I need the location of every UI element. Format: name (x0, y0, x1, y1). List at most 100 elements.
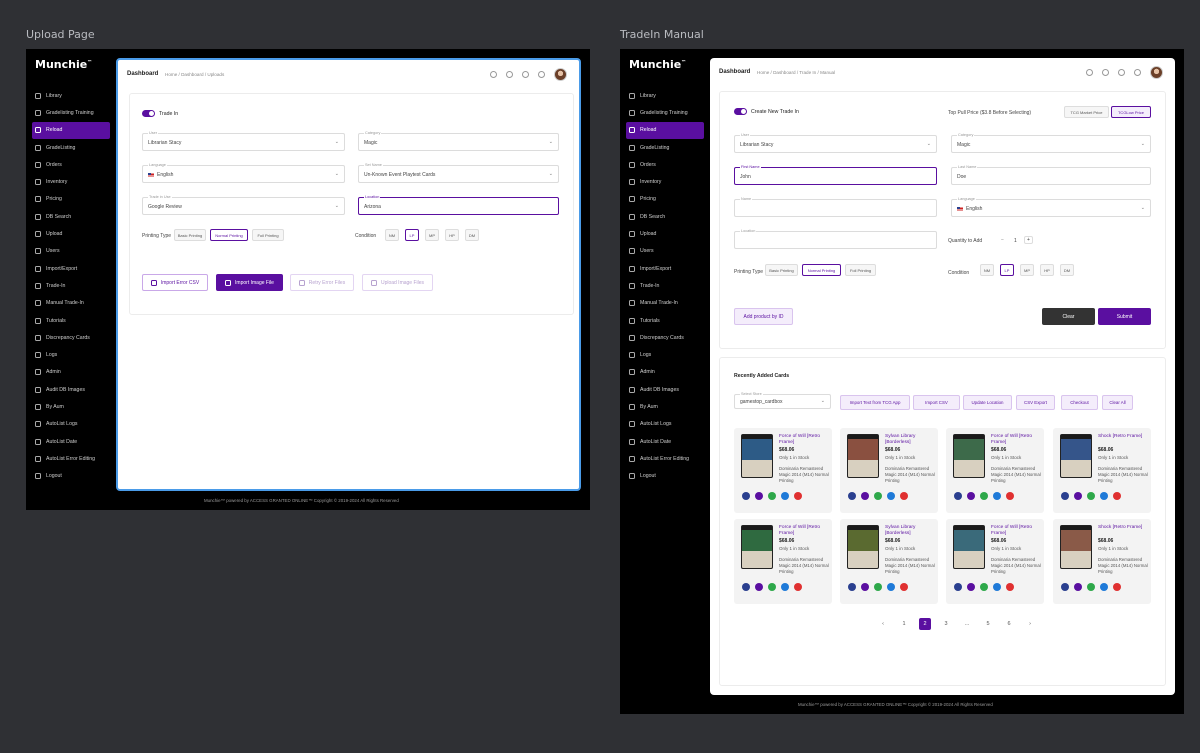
avatar[interactable] (554, 68, 567, 81)
printing-option[interactable]: Normal Printing (210, 229, 248, 241)
sidebar-item[interactable]: Reload (32, 121, 110, 139)
sidebar-item[interactable]: Logs (32, 346, 110, 363)
sidebar-item[interactable]: Import/Export (626, 260, 704, 277)
sidebar-item[interactable]: Manual Trade-In (32, 295, 110, 312)
action-button[interactable]: CSV Export (1016, 395, 1055, 410)
product-card[interactable]: Force of Will [Retro Frame] $68.06 Only 1 … (946, 519, 1044, 604)
edit-icon[interactable] (874, 492, 882, 500)
action-button[interactable]: Import CSV (913, 395, 960, 410)
sidebar-item[interactable]: Tutorials (626, 312, 704, 329)
info-icon[interactable] (781, 583, 789, 591)
card-image[interactable] (741, 525, 773, 569)
condition-option[interactable]: HP (1040, 264, 1054, 276)
trade-in-use-select[interactable]: Trade in Use Google Review ⌄ (142, 195, 345, 215)
delete-icon[interactable] (900, 492, 908, 500)
nm-badge-icon[interactable] (861, 492, 869, 500)
nm-badge-icon[interactable] (755, 492, 763, 500)
card-image[interactable] (953, 525, 985, 569)
edit-icon[interactable] (768, 583, 776, 591)
nm-badge-icon[interactable] (861, 583, 869, 591)
condition-option[interactable]: MP (1020, 264, 1034, 276)
page-button[interactable]: 1 (898, 618, 910, 630)
nm-badge-icon[interactable] (967, 492, 975, 500)
edit-icon[interactable] (980, 583, 988, 591)
category-select[interactable]: Category Magic ⌄ (358, 131, 559, 151)
info-icon[interactable] (993, 583, 1001, 591)
sidebar-item[interactable]: GradeListing (626, 139, 704, 156)
edit-icon[interactable] (768, 492, 776, 500)
sidebar-item[interactable]: Upload (626, 225, 704, 242)
action-button[interactable]: Checkout (1061, 395, 1098, 410)
page-button[interactable]: › (1024, 618, 1036, 630)
sidebar-item[interactable]: Logout (32, 468, 110, 485)
edit-icon[interactable] (1087, 492, 1095, 500)
chat-icon[interactable] (1118, 69, 1125, 76)
condition-option[interactable]: NM (385, 229, 399, 241)
name-field[interactable]: Name (734, 197, 937, 217)
delete-icon[interactable] (794, 583, 802, 591)
avatar[interactable] (1150, 66, 1163, 79)
product-name[interactable]: Shock [Retro Frame] (1098, 525, 1150, 531)
delete-icon[interactable] (1006, 583, 1014, 591)
sidebar-item[interactable]: Gradelisting Training (32, 104, 110, 121)
condition-option[interactable]: HP (445, 229, 459, 241)
import-error-csv-button[interactable]: Import Error CSV (142, 274, 208, 291)
info-icon[interactable] (1100, 492, 1108, 500)
sidebar-item[interactable]: Discrepancy Cards (32, 329, 110, 346)
delete-icon[interactable] (1006, 492, 1014, 500)
upload-image-files-button[interactable]: Upload Image Files (362, 274, 433, 291)
language-select[interactable]: Language English ⌄ (142, 163, 345, 183)
add-product-by-id-button[interactable]: Add product by ID (734, 308, 793, 325)
delete-icon[interactable] (900, 583, 908, 591)
store-select[interactable]: Select Store gamestop_cardbox ⌄ (734, 392, 831, 409)
sidebar-item[interactable]: Manual Trade-In (626, 295, 704, 312)
sidebar-item[interactable]: Admin (626, 364, 704, 381)
product-name[interactable]: Force of Will [Retro Frame] (991, 525, 1043, 537)
nm-badge-icon[interactable] (1074, 492, 1082, 500)
product-card[interactable]: Force of Will [Retro Frame] $68.06 Only 1 … (734, 428, 832, 513)
page-button[interactable]: ‹ (877, 618, 889, 630)
first-name-field[interactable]: First Name John (734, 165, 937, 185)
printing-option[interactable]: Normal Printing (802, 264, 841, 276)
sidebar-item[interactable]: Audit DB Images (32, 381, 110, 398)
info-icon[interactable] (887, 583, 895, 591)
sidebar-item[interactable]: Orders (626, 156, 704, 173)
product-card[interactable]: Shock [Retro Frame] $68.06 Only 1 in Stock… (1053, 428, 1151, 513)
sidebar-item[interactable]: Upload (32, 225, 110, 242)
sidebar-item[interactable]: Reload (626, 121, 704, 139)
printing-option[interactable]: Foil Printing (252, 229, 284, 241)
printing-option[interactable]: Foil Printing (845, 264, 876, 276)
product-name[interactable]: Force of Will [Retro Frame] (779, 434, 831, 446)
card-image[interactable] (953, 434, 985, 478)
nm-badge-icon[interactable] (755, 583, 763, 591)
sidebar-item[interactable]: Logs (626, 346, 704, 363)
set-name-select[interactable]: Set Name Un-Known Event Playtest Cards ⌄ (358, 163, 559, 183)
tcglow-price-button[interactable]: TCGLow Price (1111, 106, 1151, 118)
product-name[interactable]: Force of Will [Retro Frame] (991, 434, 1043, 446)
trade-in-toggle[interactable] (142, 110, 155, 117)
condition-option[interactable]: NM (980, 264, 994, 276)
sidebar-item[interactable]: Pricing (626, 191, 704, 208)
quantity-plus-button[interactable]: + (1024, 236, 1033, 244)
user-select[interactable]: User Librarian Stacy ⌄ (734, 133, 937, 153)
submit-button[interactable]: Submit (1098, 308, 1151, 325)
sidebar-item[interactable]: Discrepancy Cards (626, 329, 704, 346)
sidebar-item[interactable]: Pricing (32, 191, 110, 208)
sidebar-item[interactable]: AutoList Date (32, 433, 110, 450)
product-name[interactable]: Shock [Retro Frame] (1098, 434, 1150, 440)
product-card[interactable]: Force of Will [Retro Frame] $68.06 Only 1 … (734, 519, 832, 604)
create-trade-in-toggle[interactable] (734, 108, 747, 115)
tcg-market-price-button[interactable]: TCG Market Price (1064, 106, 1109, 118)
chat-icon[interactable] (522, 71, 529, 78)
sidebar-item[interactable]: By Aum (32, 398, 110, 415)
printing-option[interactable]: Basic Printing (174, 229, 206, 241)
sidebar-item[interactable]: Admin (32, 364, 110, 381)
page-button[interactable]: 2 (919, 618, 931, 630)
condition-option[interactable]: DM (465, 229, 479, 241)
sidebar-item[interactable]: By Aum (626, 398, 704, 415)
sidebar-item[interactable]: DB Search (32, 208, 110, 225)
condition-option[interactable]: MP (425, 229, 439, 241)
info-icon[interactable] (1100, 583, 1108, 591)
user-select[interactable]: User Librarian Stacy ⌄ (142, 131, 345, 151)
sidebar-item[interactable]: AutoList Logs (626, 416, 704, 433)
